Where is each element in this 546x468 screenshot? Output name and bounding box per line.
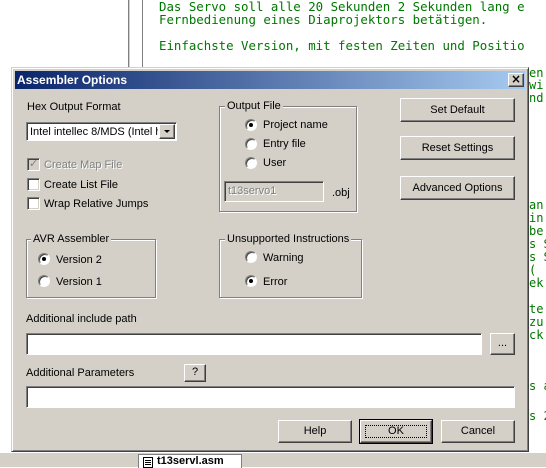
advanced-options-label: Advanced Options bbox=[412, 182, 503, 194]
code-line: Einfachste Version, mit festen Zeiten un… bbox=[159, 38, 525, 53]
dialog-title: Assembler Options bbox=[17, 73, 128, 87]
advanced-options-button[interactable]: Advanced Options bbox=[400, 176, 515, 200]
code-fragment: s a bbox=[529, 379, 546, 393]
browse-label: ... bbox=[497, 337, 508, 349]
version-2-radio[interactable] bbox=[38, 253, 50, 265]
editor-tab-label: t13servl.asm bbox=[157, 455, 224, 467]
window-tab-bar: t13servl.asm bbox=[0, 452, 546, 468]
hex-output-format-label: Hex Output Format bbox=[27, 101, 121, 113]
reset-settings-label: Reset Settings bbox=[421, 142, 494, 154]
version-1-label: Version 1 bbox=[56, 276, 102, 288]
unsupported-instructions-group bbox=[219, 239, 362, 298]
output-file-extension: .obj bbox=[332, 187, 350, 199]
parameters-help-button[interactable]: ? bbox=[184, 364, 206, 382]
entry-file-label: Entry file bbox=[263, 138, 306, 150]
ok-button[interactable]: OK bbox=[359, 419, 433, 444]
wrap-relative-jumps-checkbox[interactable] bbox=[27, 197, 40, 210]
project-name-label: Project name bbox=[263, 119, 328, 131]
additional-parameters-input[interactable] bbox=[26, 386, 515, 408]
entry-file-radio[interactable] bbox=[245, 138, 257, 150]
output-filename-value: t13servo1 bbox=[228, 185, 277, 197]
set-default-label: Set Default bbox=[430, 104, 485, 116]
cancel-label: Cancel bbox=[460, 425, 496, 437]
hex-output-format-select[interactable]: Intel intellec 8/MDS (Intel h bbox=[26, 122, 177, 141]
warning-radio[interactable] bbox=[245, 251, 257, 263]
cancel-button[interactable]: Cancel bbox=[441, 420, 515, 443]
error-radio[interactable] bbox=[245, 275, 257, 287]
version-1-radio[interactable] bbox=[38, 275, 50, 287]
create-map-file-label: Create Map File bbox=[44, 159, 123, 171]
wrap-relative-jumps-label: Wrap Relative Jumps bbox=[44, 198, 149, 210]
ok-label: OK bbox=[388, 425, 404, 437]
warning-label: Warning bbox=[263, 252, 304, 264]
editor-tab[interactable]: t13servl.asm bbox=[138, 454, 242, 468]
close-button[interactable]: × bbox=[508, 73, 524, 87]
browse-button[interactable]: ... bbox=[490, 333, 515, 355]
additional-parameters-label: Additional Parameters bbox=[26, 367, 135, 379]
set-default-button[interactable]: Set Default bbox=[400, 98, 515, 122]
editor-margin bbox=[142, 0, 143, 72]
document-icon bbox=[143, 457, 153, 468]
create-list-file-checkbox[interactable] bbox=[27, 178, 40, 191]
error-label: Error bbox=[263, 276, 288, 288]
code-fragment: ek bbox=[529, 276, 544, 290]
dialog-titlebar[interactable]: Assembler Options × bbox=[15, 71, 525, 89]
question-icon: ? bbox=[191, 366, 199, 378]
create-list-file-label: Create List File bbox=[44, 179, 118, 191]
unsupported-instructions-group-title: Unsupported Instructions bbox=[225, 233, 352, 246]
additional-include-path-input[interactable] bbox=[26, 333, 482, 355]
code-line: Fernbedienung eines Diaprojektors betäti… bbox=[159, 12, 488, 27]
additional-include-path-label: Additional include path bbox=[26, 313, 137, 325]
code-fragment: s 2 bbox=[529, 409, 546, 423]
output-file-group-title: Output File bbox=[225, 100, 283, 113]
avr-assembler-group-title: AVR Assembler bbox=[31, 233, 112, 246]
reset-settings-button[interactable]: Reset Settings bbox=[400, 136, 515, 160]
user-label: User bbox=[263, 157, 287, 169]
user-radio[interactable] bbox=[245, 157, 257, 169]
code-view-right-edge: en wi nd an in be s S s S ( ek te zu ck … bbox=[529, 67, 546, 452]
splitter[interactable] bbox=[128, 0, 130, 72]
checkmark-icon: ✓ bbox=[29, 157, 39, 170]
version-2-label: Version 2 bbox=[56, 254, 102, 266]
hex-output-format-value: Intel intellec 8/MDS (Intel h bbox=[30, 126, 158, 138]
output-filename-field[interactable]: t13servo1 bbox=[224, 181, 324, 202]
project-panel bbox=[0, 0, 128, 72]
code-fragment: ck bbox=[529, 328, 544, 342]
help-button[interactable]: Help bbox=[278, 420, 352, 443]
code-fragment: nd bbox=[529, 91, 544, 105]
close-icon: × bbox=[510, 72, 522, 86]
avr-assembler-group bbox=[26, 239, 156, 298]
project-name-radio[interactable] bbox=[245, 119, 257, 131]
assembler-options-dialog: Assembler Options × Hex Output Format In… bbox=[11, 67, 529, 452]
chevron-down-icon[interactable] bbox=[159, 124, 175, 139]
create-map-file-checkbox[interactable]: ✓ bbox=[27, 157, 40, 171]
help-label: Help bbox=[303, 425, 327, 437]
